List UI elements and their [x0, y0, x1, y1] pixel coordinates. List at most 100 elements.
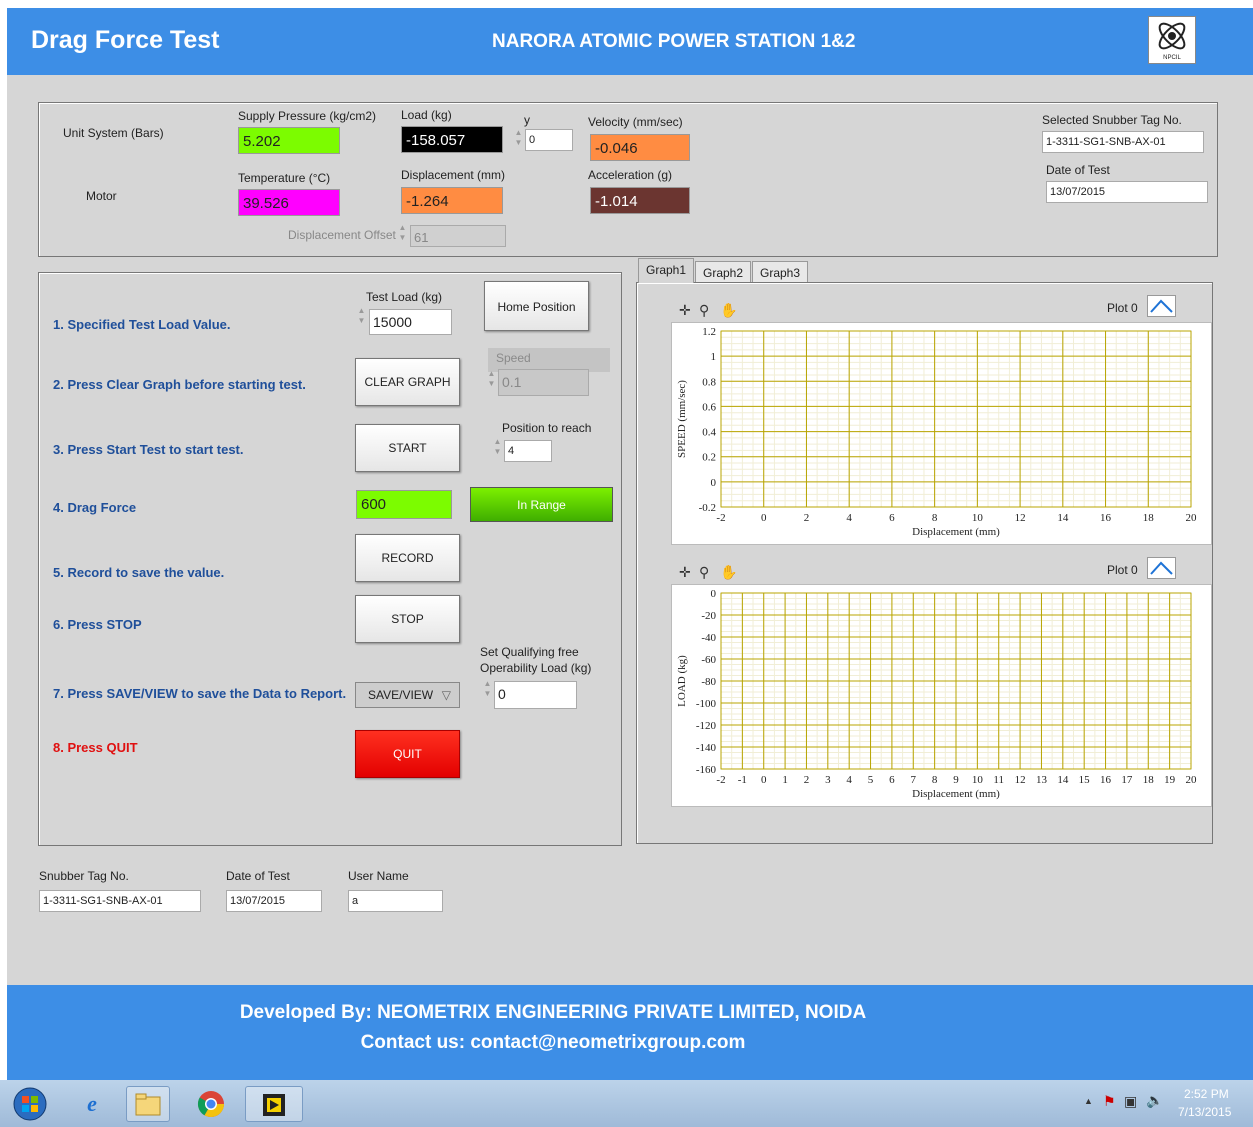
speed-xtick-9: 16 — [1100, 512, 1112, 524]
speed-spinner-icon[interactable]: ▲ ▼ — [486, 369, 497, 395]
plot0-legend-line-icon-2[interactable] — [1147, 557, 1176, 579]
speed-ytick-7: -0.2 — [699, 502, 716, 514]
speed-xtick-2: 2 — [804, 512, 810, 524]
speed-xtick-6: 10 — [972, 512, 984, 524]
user-name-label: User Name — [348, 869, 409, 883]
record-button[interactable]: RECORD — [355, 534, 460, 582]
load-xtick-10: 8 — [932, 774, 938, 786]
speed-xtick-11: 20 — [1186, 512, 1198, 524]
step-8-text: 8. Press QUIT — [53, 740, 138, 755]
date-of-test-label: Date of Test — [1046, 163, 1110, 177]
cursor-move-icon[interactable]: ✛ — [679, 302, 691, 319]
test-load-spinner-icon[interactable]: ▲ ▼ — [356, 306, 367, 332]
plot0-legend-line-icon[interactable] — [1147, 295, 1176, 317]
chrome-icon[interactable] — [189, 1086, 233, 1122]
pan-hand-icon-2[interactable]: ✋ — [720, 564, 737, 581]
supply-pressure-label: Supply Pressure (kg/cm2) — [238, 109, 377, 123]
speed-ytick-0: 1.2 — [702, 326, 716, 338]
speed-ytick-6: 0 — [711, 477, 717, 489]
speed-xtick-5: 8 — [932, 512, 938, 524]
speed-xtick-1: 0 — [761, 512, 767, 524]
drag-force-indicator: 600 — [356, 490, 452, 519]
pan-hand-icon[interactable]: ✋ — [720, 302, 737, 319]
clear-graph-button[interactable]: CLEAR GRAPH — [355, 358, 460, 406]
save-view-label: SAVE/VIEW — [368, 688, 434, 702]
labview-app-icon[interactable] — [245, 1086, 303, 1122]
load-ytick-0: 0 — [711, 588, 717, 600]
load-xtick-1: -1 — [738, 774, 747, 786]
load-graph[interactable]: -2 -1 0 1 2 3 4 5 6 7 8 9 10 11 12 13 14 15 16 17 18 19 20 0 -20… — [671, 584, 1212, 807]
step-7-text: 7. Press SAVE/VIEW to save the Data to R… — [53, 686, 347, 701]
load-ylabel: LOAD (kg) — [676, 655, 688, 707]
test-load-input[interactable]: 15000 — [369, 309, 452, 335]
step-5-text: 5. Record to save the value. — [53, 565, 225, 580]
qualifying-load-spinner-icon[interactable]: ▲ ▼ — [482, 679, 493, 705]
displacement-offset-spinner-icon[interactable]: ▲ ▼ — [397, 223, 408, 249]
position-to-reach-input[interactable]: 4 — [504, 440, 552, 462]
file-explorer-icon[interactable] — [126, 1086, 170, 1122]
speed-input[interactable]: 0.1 — [498, 369, 589, 396]
date-of-test-field[interactable]: 13/07/2015 — [1046, 181, 1208, 203]
clock-time[interactable]: 2:52 PM — [1184, 1087, 1229, 1101]
qualifying-load-input[interactable]: 0 — [494, 681, 577, 709]
bottom-date-of-test-field[interactable]: 13/07/2015 — [226, 890, 322, 912]
chrome-logo-icon — [197, 1091, 225, 1118]
load-xtick-14: 12 — [1015, 774, 1026, 786]
start-button[interactable]: START — [355, 424, 460, 472]
load-xtick-9: 7 — [911, 774, 917, 786]
action-center-icon[interactable]: ⚑ — [1103, 1093, 1116, 1110]
y-spinner-icon[interactable]: ▲ ▼ — [513, 128, 524, 154]
zoom-icon-2[interactable]: ⚲ — [699, 564, 709, 581]
internet-explorer-icon[interactable]: e — [70, 1086, 114, 1122]
in-range-indicator: In Range — [470, 487, 613, 522]
load-xtick-17: 15 — [1079, 774, 1091, 786]
zoom-icon[interactable]: ⚲ — [699, 302, 709, 319]
load-xlabel: Displacement (mm) — [912, 788, 1000, 800]
bottom-snubber-tag-field[interactable]: 1-3311-SG1-SNB-AX-01 — [39, 890, 201, 912]
speed-ytick-4: 0.4 — [702, 427, 716, 439]
windows-taskbar: e ▲ ⚑ ▣ 🔈 2:52 PM 7/13/2015 — [0, 1080, 1253, 1127]
load-xtick-18: 16 — [1100, 774, 1112, 786]
speed-xlabel: Displacement (mm) — [912, 526, 1000, 538]
tab-graph3[interactable]: Graph3 — [752, 261, 809, 283]
load-xtick-15: 13 — [1036, 774, 1048, 786]
y-input[interactable]: 0 — [525, 129, 573, 151]
station-name: NARORA ATOMIC POWER STATION 1&2 — [492, 31, 856, 52]
tab-graph2[interactable]: Graph2 — [695, 261, 752, 283]
step-3-text: 3. Press Start Test to start test. — [53, 442, 244, 457]
load-indicator: -158.057 — [401, 126, 503, 153]
network-icon[interactable]: ▣ — [1124, 1093, 1137, 1110]
user-name-field[interactable]: a — [348, 890, 443, 912]
step-2-text: 2. Press Clear Graph before starting tes… — [53, 377, 306, 392]
motor-label: Motor — [86, 189, 117, 203]
title-bar: Drag Force Test NARORA ATOMIC POWER STAT… — [7, 8, 1253, 75]
load-ytick-8: -160 — [696, 764, 717, 776]
speed-ytick-1: 1 — [711, 351, 717, 363]
displacement-offset-input[interactable]: 61 — [410, 225, 506, 247]
temperature-indicator: 39.526 — [238, 189, 340, 216]
save-view-dropdown[interactable]: SAVE/VIEW ▽ — [355, 682, 460, 708]
clock-date[interactable]: 7/13/2015 — [1178, 1105, 1231, 1119]
load-xtick-20: 18 — [1143, 774, 1155, 786]
speed-graph[interactable]: -2 0 2 4 6 8 10 12 14 16 18 20 1.2 1 0.8 0.6 0.4 0.2 0 -0.2… — [671, 322, 1212, 545]
step-1-text: 1. Specified Test Load Value. — [53, 317, 231, 332]
tray-chevron-up-icon[interactable]: ▲ — [1084, 1096, 1093, 1106]
speed-ytick-2: 0.8 — [702, 376, 716, 388]
load-xtick-8: 6 — [889, 774, 895, 786]
plot0-legend-label: Plot 0 — [1107, 301, 1138, 315]
home-position-button[interactable]: Home Position — [484, 281, 589, 331]
cursor-move-icon-2[interactable]: ✛ — [679, 564, 691, 581]
bottom-snubber-tag-label: Snubber Tag No. — [39, 869, 129, 883]
volume-icon[interactable]: 🔈 — [1146, 1092, 1163, 1109]
selected-snubber-tag-field[interactable]: 1-3311-SG1-SNB-AX-01 — [1042, 131, 1204, 153]
tab-graph1[interactable]: Graph1 — [638, 258, 695, 283]
folder-icon — [135, 1093, 161, 1116]
windows-start-icon[interactable] — [10, 1086, 50, 1122]
load-xtick-3: 1 — [782, 774, 788, 786]
position-to-reach-spinner-icon[interactable]: ▲ ▼ — [492, 437, 503, 463]
bottom-date-of-test-label: Date of Test — [226, 869, 290, 883]
quit-button[interactable]: QUIT — [355, 730, 460, 778]
stop-button[interactable]: STOP — [355, 595, 460, 643]
chevron-down-icon: ▽ — [441, 688, 451, 702]
load-ytick-2: -40 — [701, 632, 716, 644]
